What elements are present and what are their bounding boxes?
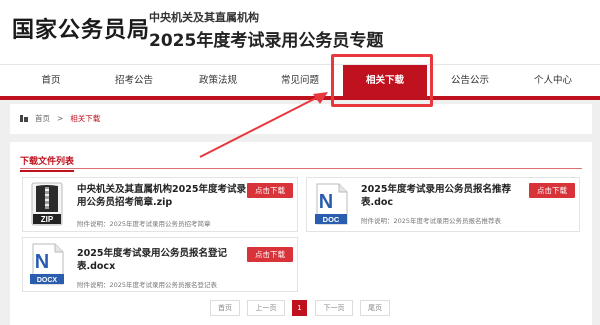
file-card: N DOCX 2025年度考试录用公务员报名登记表.docx 附件说明：2025…	[22, 237, 298, 292]
pagination-page-1[interactable]: 1	[292, 300, 307, 316]
nav-item-home[interactable]: 首页	[14, 65, 88, 97]
file-card: N DOC 2025年度考试录用公务员报名推荐表.doc 附件说明：2025年度…	[306, 177, 580, 232]
divider	[10, 134, 592, 142]
breadcrumb-current: 相关下载	[70, 114, 101, 123]
main-content: 首页 > 相关下载 下载文件列表 ZIP 中央机关及其直属机构2025年度考试录…	[10, 104, 592, 325]
nav-item-policies[interactable]: 政策法规	[180, 65, 256, 97]
nav-item-announcements[interactable]: 招考公告	[96, 65, 172, 97]
svg-text:N: N	[319, 191, 333, 213]
pagination-next[interactable]: 下一页	[315, 300, 353, 316]
download-button[interactable]: 点击下载	[247, 183, 293, 198]
zip-file-icon: ZIP	[31, 182, 63, 226]
header-subtitle: 中央机关及其直属机构	[149, 11, 259, 24]
file-title[interactable]: 2025年度考试录用公务员报名登记表.docx	[77, 247, 247, 273]
file-description: 附件说明：2025年度考试录用公务员招考简章	[77, 220, 211, 228]
download-button[interactable]: 点击下载	[529, 183, 575, 198]
pagination-last[interactable]: 尾页	[360, 300, 390, 316]
home-icon	[20, 115, 28, 122]
docx-icon-label: DOCX	[37, 277, 58, 284]
section-title: 下载文件列表	[20, 154, 75, 172]
word-docx-icon: N DOCX	[30, 243, 64, 285]
file-description: 附件说明：2025年度考试录用公务员报名登记表	[77, 281, 218, 289]
header-title: 2025年度考试录用公务员专题	[149, 31, 384, 51]
site-header: 国家公务员局 中央机关及其直属机构 2025年度考试录用公务员专题	[0, 0, 600, 64]
pagination-prev[interactable]: 上一页	[247, 300, 285, 316]
file-description: 附件说明：2025年度考试录用公务员报名推荐表	[361, 217, 502, 225]
download-button[interactable]: 点击下载	[247, 247, 293, 262]
breadcrumb: 首页 > 相关下载	[20, 113, 100, 124]
pagination-first[interactable]: 首页	[210, 300, 240, 316]
file-card: ZIP 中央机关及其直属机构2025年度考试录用公务员招考简章.zip 附件说明…	[22, 177, 298, 232]
zip-icon-label: ZIP	[41, 215, 54, 224]
main-nav: 首页 招考公告 政策法规 常见问题 相关下载 公告公示 个人中心	[0, 64, 600, 97]
svg-text:N: N	[35, 251, 49, 273]
nav-underline-bar	[0, 96, 600, 100]
nav-item-downloads[interactable]: 相关下载	[343, 65, 427, 97]
file-title[interactable]: 中央机关及其直属机构2025年度考试录用公务员招考简章.zip	[77, 183, 247, 209]
doc-icon-label: DOC	[323, 215, 340, 224]
site-logo[interactable]: 国家公务员局	[12, 12, 150, 44]
section-divider	[20, 168, 582, 169]
nav-item-notices[interactable]: 公告公示	[432, 65, 508, 97]
nav-item-personal-center[interactable]: 个人中心	[514, 65, 592, 97]
file-title[interactable]: 2025年度考试录用公务员报名推荐表.doc	[361, 183, 531, 209]
word-doc-icon: N DOC	[315, 183, 348, 225]
breadcrumb-home[interactable]: 首页	[35, 113, 50, 124]
nav-item-faq[interactable]: 常见问题	[262, 65, 338, 97]
breadcrumb-separator: >	[57, 114, 64, 123]
